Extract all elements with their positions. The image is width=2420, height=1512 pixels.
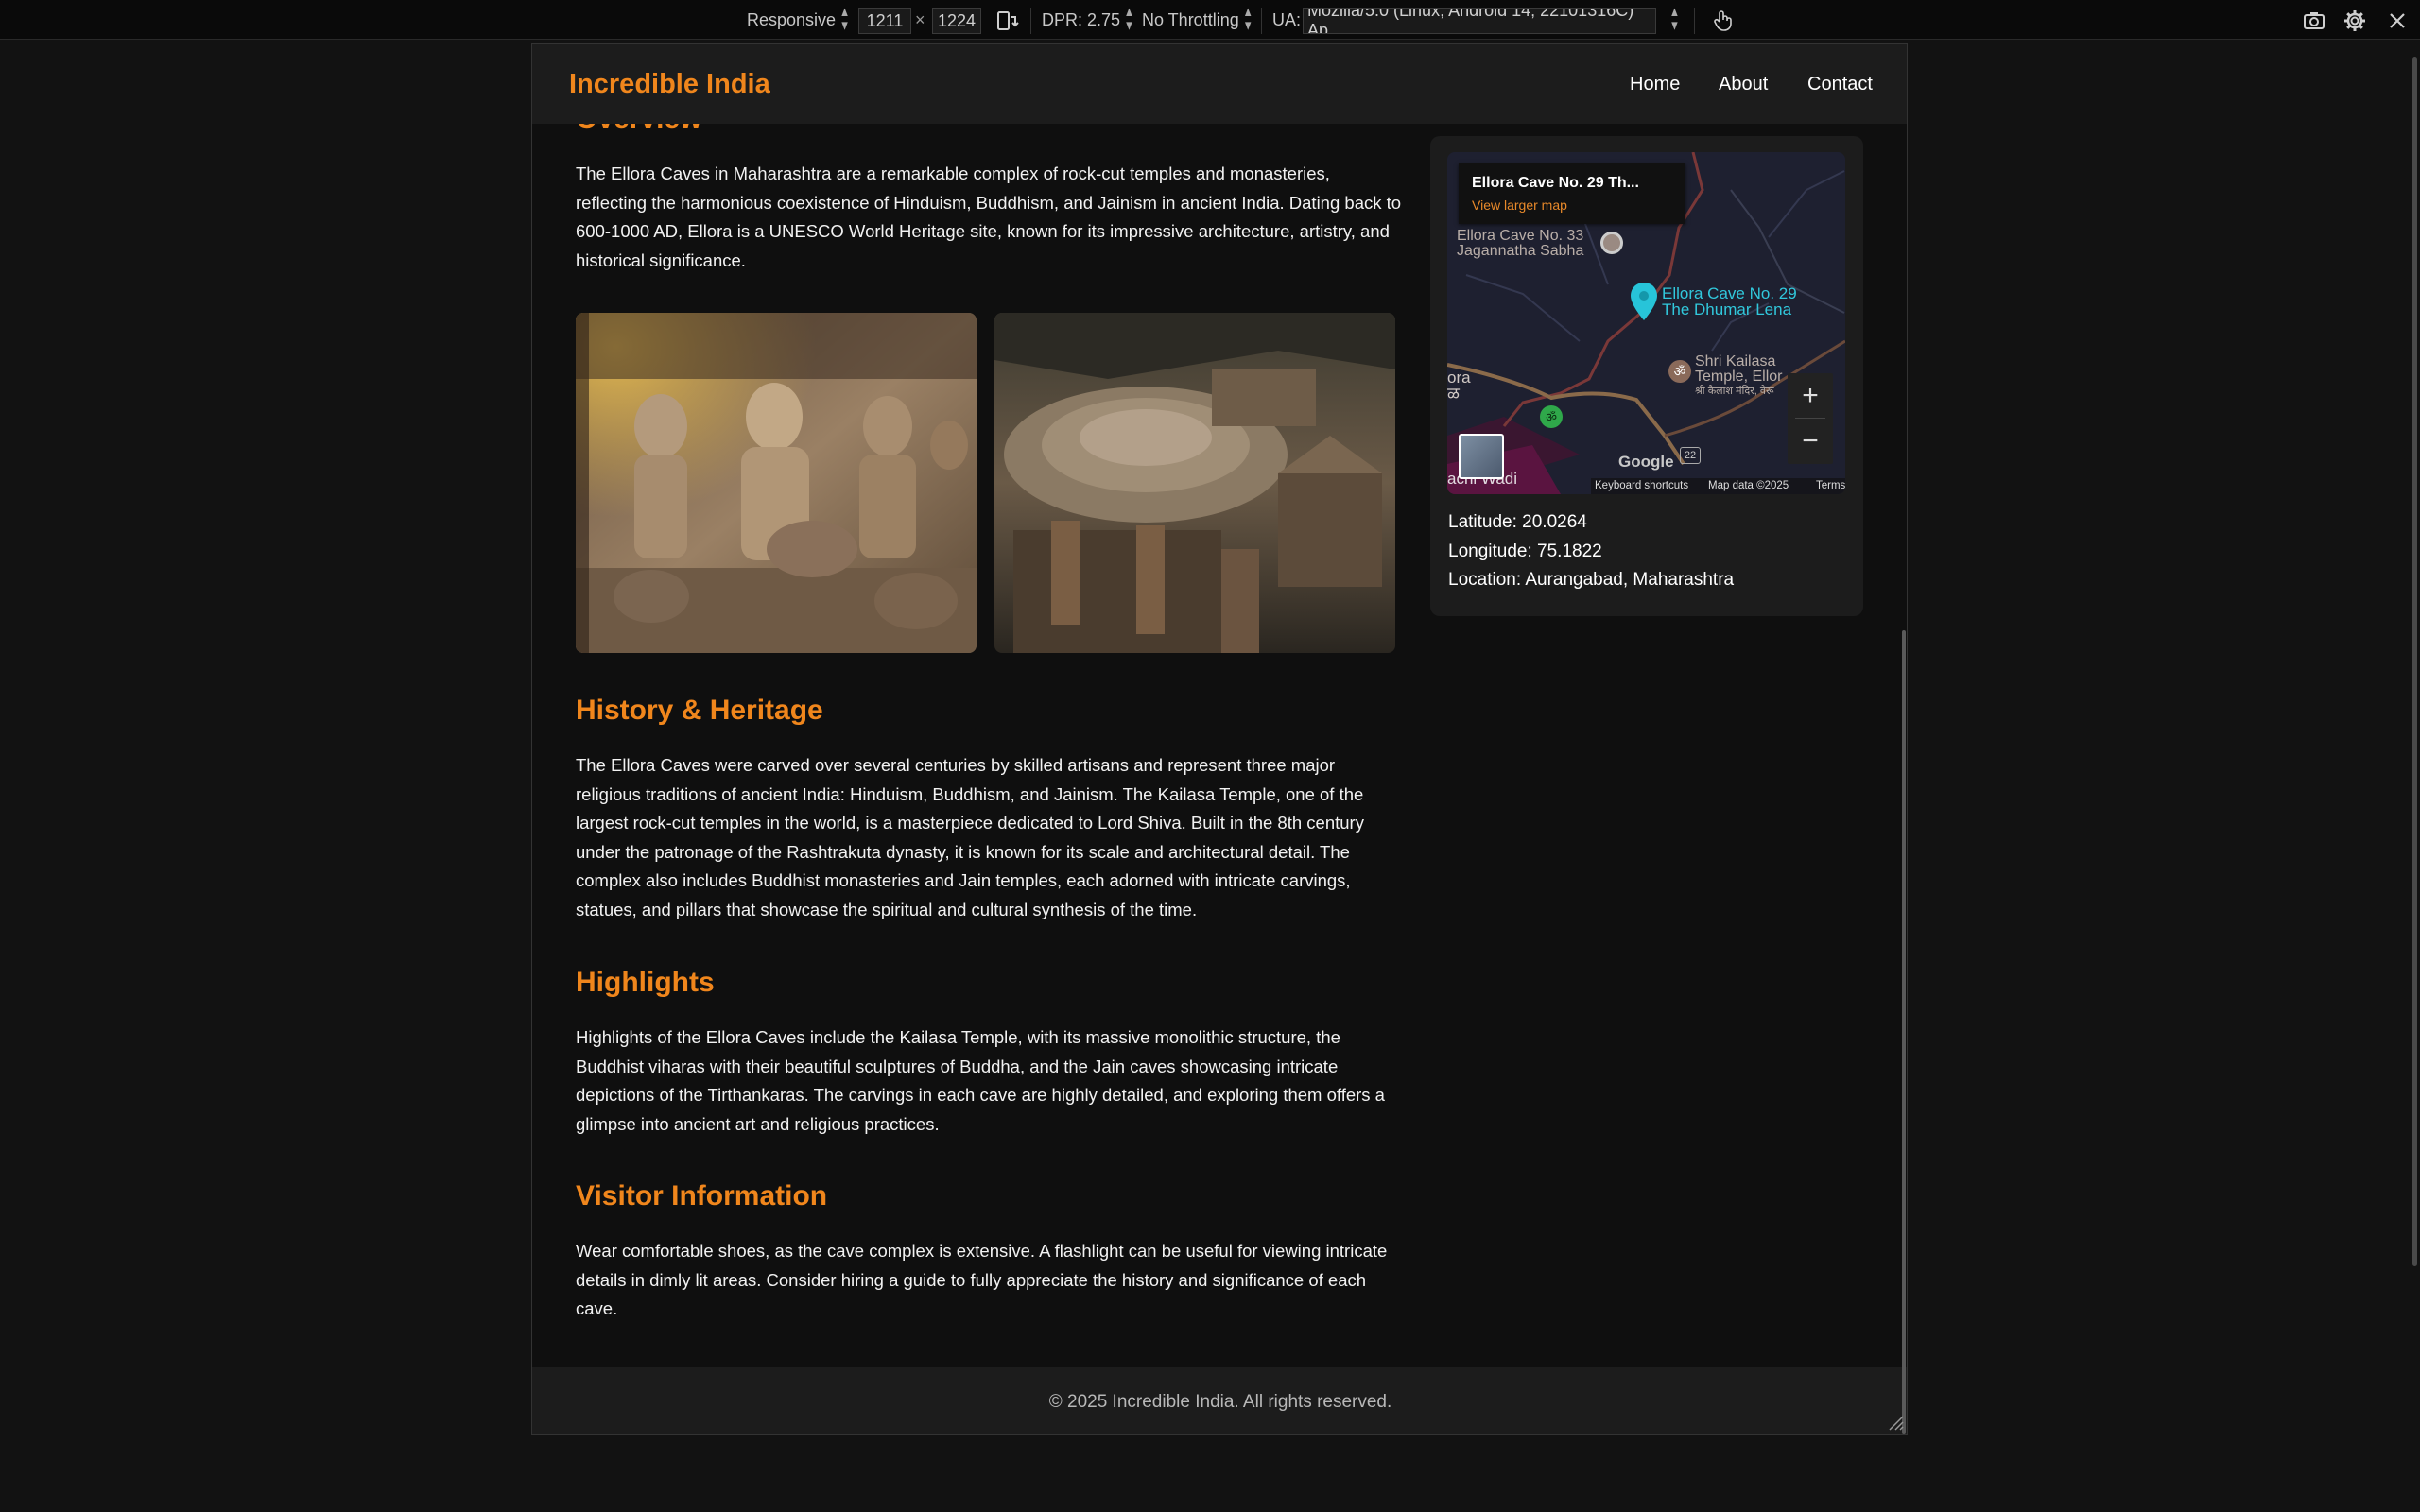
kailasa-label: Shri Kailasa Temple, Ellor श्री कैलाश मंदि… <box>1695 353 1783 398</box>
times-sign: × <box>915 9 925 29</box>
longitude-text: Longitude: 75.1822 <box>1448 541 1602 561</box>
google-logo: Google <box>1618 453 1674 471</box>
overview-text: The Ellora Caves in Maharashtra are a re… <box>576 163 1402 270</box>
location-text: Location: Aurangabad, Maharashtra <box>1448 570 1735 590</box>
location-card: Ellora Cave No. 29 Th... View larger map… <box>1430 136 1863 616</box>
dpr-label: DPR: 2.75 <box>1042 9 1121 29</box>
nav-home[interactable]: Home <box>1630 74 1680 95</box>
ua-select-arrow[interactable]: ▲ ▼ <box>1666 0 1680 40</box>
selected-location-marker-icon[interactable] <box>1629 281 1659 322</box>
cave-33-label: Ellora Cave No. 33 Jagannatha Sabha <box>1457 228 1584 259</box>
device-mode-select[interactable]: Responsive ▲ ▼ <box>747 0 850 40</box>
ua-label: UA: <box>1272 9 1302 29</box>
keyboard-shortcuts-link[interactable]: Keyboard shortcuts <box>1595 480 1688 491</box>
dpr-select[interactable]: DPR: 2.75 ▲ ▼ <box>1042 0 1134 40</box>
site-header: Incredible India Home About Contact <box>532 44 1907 124</box>
site-footer: © 2025 Incredible India. All rights rese… <box>532 1367 1907 1434</box>
touch-icon[interactable] <box>1709 8 1736 34</box>
zoom-out-button[interactable]: − <box>1788 419 1833 464</box>
highlights-title: Highlights <box>576 967 715 998</box>
kailasa-temple-photo <box>994 313 1395 653</box>
viewport-height-input[interactable]: 1224 <box>932 8 981 34</box>
map-attribution: Keyboard shortcuts Map data ©2025 Terms <box>1591 478 1845 494</box>
view-larger-map-link[interactable]: View larger map <box>1472 198 1567 213</box>
temple-icon[interactable]: ॐ <box>1668 360 1691 383</box>
map-place-card: Ellora Cave No. 29 Th... View larger map <box>1459 163 1685 224</box>
map-data-label: Map data ©2025 <box>1708 480 1789 491</box>
zoom-in-button[interactable]: + <box>1788 373 1833 419</box>
terms-link[interactable]: Terms <box>1816 480 1845 491</box>
close-icon[interactable] <box>2384 8 2411 34</box>
cave-33-pin-icon[interactable] <box>1600 232 1623 254</box>
screenshot-icon[interactable] <box>2301 8 2327 34</box>
page-scrollbar[interactable] <box>1902 630 1906 1434</box>
device-mode-label: Responsive <box>747 9 837 29</box>
devtools-toolbar: Responsive ▲ ▼ 1211 × 1224 DPR: 2.75 ▲ ▼ No … <box>0 0 2420 40</box>
cave-relief-photo <box>576 313 977 653</box>
cave-29-label: Ellora Cave No. 29 The Dhumar Lena <box>1662 284 1797 318</box>
history-title: History & Heritage <box>576 695 823 726</box>
highlights-text: Highlights of the Ellora Caves include t… <box>576 1027 1385 1134</box>
devtools-scrollbar[interactable] <box>2412 57 2417 1266</box>
history-text: The Ellora Caves were carved over severa… <box>576 755 1364 919</box>
visitor-text: Wear comfortable shoes, as the cave comp… <box>576 1241 1388 1318</box>
visitor-title: Visitor Information <box>576 1180 828 1211</box>
settings-icon[interactable] <box>2342 8 2368 34</box>
throttling-label: No Throttling <box>1142 9 1239 29</box>
emulated-viewport: Overview The Ellora Caves in Maharashtra… <box>531 43 1908 1435</box>
site-brand[interactable]: Incredible India <box>569 69 770 100</box>
ora-label: ora ळ <box>1447 369 1471 403</box>
latitude-text: Latitude: 20.0264 <box>1448 512 1587 532</box>
throttling-select[interactable]: No Throttling ▲ ▼ <box>1142 0 1253 40</box>
copyright-text: © 2025 Incredible India. All rights rese… <box>1048 1392 1392 1412</box>
nav-about[interactable]: About <box>1719 74 1768 95</box>
poi-icon[interactable]: ॐ <box>1540 405 1563 428</box>
map-place-title: Ellora Cave No. 29 Th... <box>1472 175 1639 191</box>
user-agent-input[interactable]: Mozilla/5.0 (Linux; Android 14; 22101316… <box>1303 8 1656 34</box>
viewport-width-input[interactable]: 1211 <box>858 8 911 34</box>
nav-contact[interactable]: Contact <box>1807 74 1873 95</box>
resize-handle-icon[interactable] <box>1886 1413 1905 1432</box>
zoom-controls: + − <box>1788 373 1833 464</box>
rotate-icon[interactable] <box>994 8 1021 34</box>
road-shield-icon: 22 <box>1680 447 1701 464</box>
embedded-map[interactable]: Ellora Cave No. 29 Th... View larger map… <box>1447 152 1845 494</box>
map-type-toggle[interactable] <box>1459 434 1504 479</box>
